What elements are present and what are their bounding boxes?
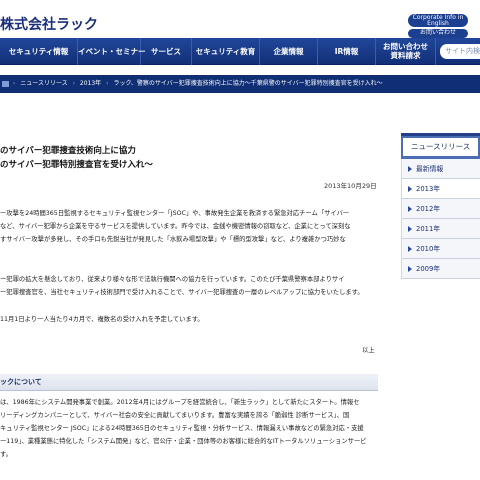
sidebar-item-label: 2011年 bbox=[416, 225, 441, 233]
breadcrumb-news-release[interactable]: ニュースリリース bbox=[20, 80, 67, 87]
closing-mark: 以上 bbox=[362, 347, 375, 354]
sidebar-item-2011[interactable]: 2011年 bbox=[402, 219, 480, 239]
about-paragraph-line: す。 bbox=[0, 451, 12, 458]
company-logo[interactable]: 株式会社ラック bbox=[0, 14, 98, 34]
paragraph-line: ー犯罪の拡大を懸念しており、従来より様々な形で法執行機関への協力を行っています。… bbox=[0, 276, 345, 283]
sidebar-item-label: 2010年 bbox=[416, 245, 441, 253]
paragraph-line: 11月1日より一人当たり4カ月で、複数名の受け入れを予定しています。 bbox=[0, 316, 204, 323]
sidebar-item-label: 2013年 bbox=[416, 185, 441, 193]
article-title-line2: のサイバー犯罪特別捜査官を受け入れ～ bbox=[0, 160, 153, 170]
nav-item-services[interactable]: サービス bbox=[141, 38, 192, 65]
corporate-info-english-button[interactable]: Corporate Info in English bbox=[408, 14, 468, 27]
caret-right-icon bbox=[408, 266, 412, 272]
nav-item-events-seminars[interactable]: イベント・セミナー bbox=[78, 38, 146, 65]
caret-right-icon bbox=[408, 226, 412, 232]
sidebar-title-box: ニュースリリース bbox=[401, 133, 480, 159]
paragraph-line: ー犯罪捜査官を、当社セキュリティ技術部門で受け入れることで、サイバー犯罪捜査の一… bbox=[0, 289, 364, 296]
site-search-input[interactable]: サイト内検索 bbox=[440, 44, 480, 59]
global-nav: セキュリティ情報 イベント・セミナー サービス セキュリティ教育 企業情報 IR… bbox=[0, 38, 480, 65]
caret-right-icon bbox=[408, 186, 412, 192]
sidebar-list: 最新情報 2013年 2012年 2011年 2010年 2009年 bbox=[401, 159, 480, 279]
caret-right-icon bbox=[408, 246, 412, 252]
about-paragraph-line: ー119」、業種業態に特化した「システム開発」など、官公庁・企業・団体等のお客様… bbox=[0, 438, 367, 445]
about-paragraph-line: リーディングカンパニーとして、サイバー社会の安全に貢献してまいります。豊富な実績… bbox=[0, 412, 350, 419]
breadcrumb: › ニュースリリース › 2013年 › ラック、警察のサイバー犯罪捜査技術向上… bbox=[0, 75, 480, 93]
contact-button[interactable]: お問い合わせ bbox=[408, 29, 468, 38]
sidebar-title: ニュースリリース bbox=[403, 138, 478, 156]
nav-item-security-info[interactable]: セキュリティ情報 bbox=[0, 38, 78, 65]
nav-item-contact-request[interactable]: お問い合わせ 資料請求 bbox=[376, 38, 436, 65]
sidebar-item-2009[interactable]: 2009年 bbox=[402, 259, 480, 279]
breadcrumb-separator-icon: › bbox=[72, 80, 75, 87]
article-date: 2013年10月29日 bbox=[324, 182, 377, 190]
nav-item-company-info[interactable]: 企業情報 bbox=[260, 38, 318, 65]
sidebar-item-label: 最新情報 bbox=[416, 165, 444, 173]
paragraph-line: すサイバー攻撃が多発し、その手口も先鋭当社が発見した「水飲み場型攻撃」や「標的型… bbox=[0, 236, 346, 243]
site-header: 株式会社ラック Corporate Info in English お問い合わせ bbox=[0, 0, 480, 38]
sidebar-item-2010[interactable]: 2010年 bbox=[402, 239, 480, 259]
nav-item-ir-info[interactable]: IR情報 bbox=[318, 38, 376, 65]
breadcrumb-current-page: ラック、警察のサイバー犯罪捜査技術向上に協力～千葉県警のサイバー犯罪特別捜査官を… bbox=[113, 80, 383, 87]
nav-item-security-education[interactable]: セキュリティ教育 bbox=[192, 38, 260, 65]
sidebar-item-label: 2009年 bbox=[416, 265, 441, 273]
sidebar-item-label: 2012年 bbox=[416, 205, 441, 213]
about-paragraph-line: は、1986年にシステム開発事業で創業。2012年4月にはグループを経営統合し、… bbox=[0, 399, 360, 406]
sidebar-item-2013[interactable]: 2013年 bbox=[402, 179, 480, 199]
paragraph-line: など、サイバー犯罪から企業を守るサービスを提供しています。昨今では、金銭や機密情… bbox=[0, 223, 351, 230]
breadcrumb-separator-icon: › bbox=[106, 80, 109, 87]
sidebar-item-latest[interactable]: 最新情報 bbox=[402, 159, 480, 179]
breadcrumb-separator-icon: › bbox=[12, 80, 16, 87]
home-icon[interactable] bbox=[2, 80, 9, 87]
about-section-heading: ックについて bbox=[0, 374, 378, 391]
paragraph-line: ー攻撃を24時間365日監視するセキュリティ監視センター「JSOC」や、事故発生… bbox=[0, 210, 350, 217]
caret-right-icon bbox=[408, 206, 412, 212]
article-title-line1: のサイバー犯罪捜査技術向上に協力 bbox=[0, 146, 136, 156]
about-paragraph-line: キュリティ監視センター JSOC」による24時間365日のセキュリティ監視・分析… bbox=[0, 425, 364, 432]
caret-right-icon bbox=[408, 166, 412, 172]
sidebar-item-2012[interactable]: 2012年 bbox=[402, 199, 480, 219]
breadcrumb-2013[interactable]: 2013年 bbox=[80, 80, 101, 87]
